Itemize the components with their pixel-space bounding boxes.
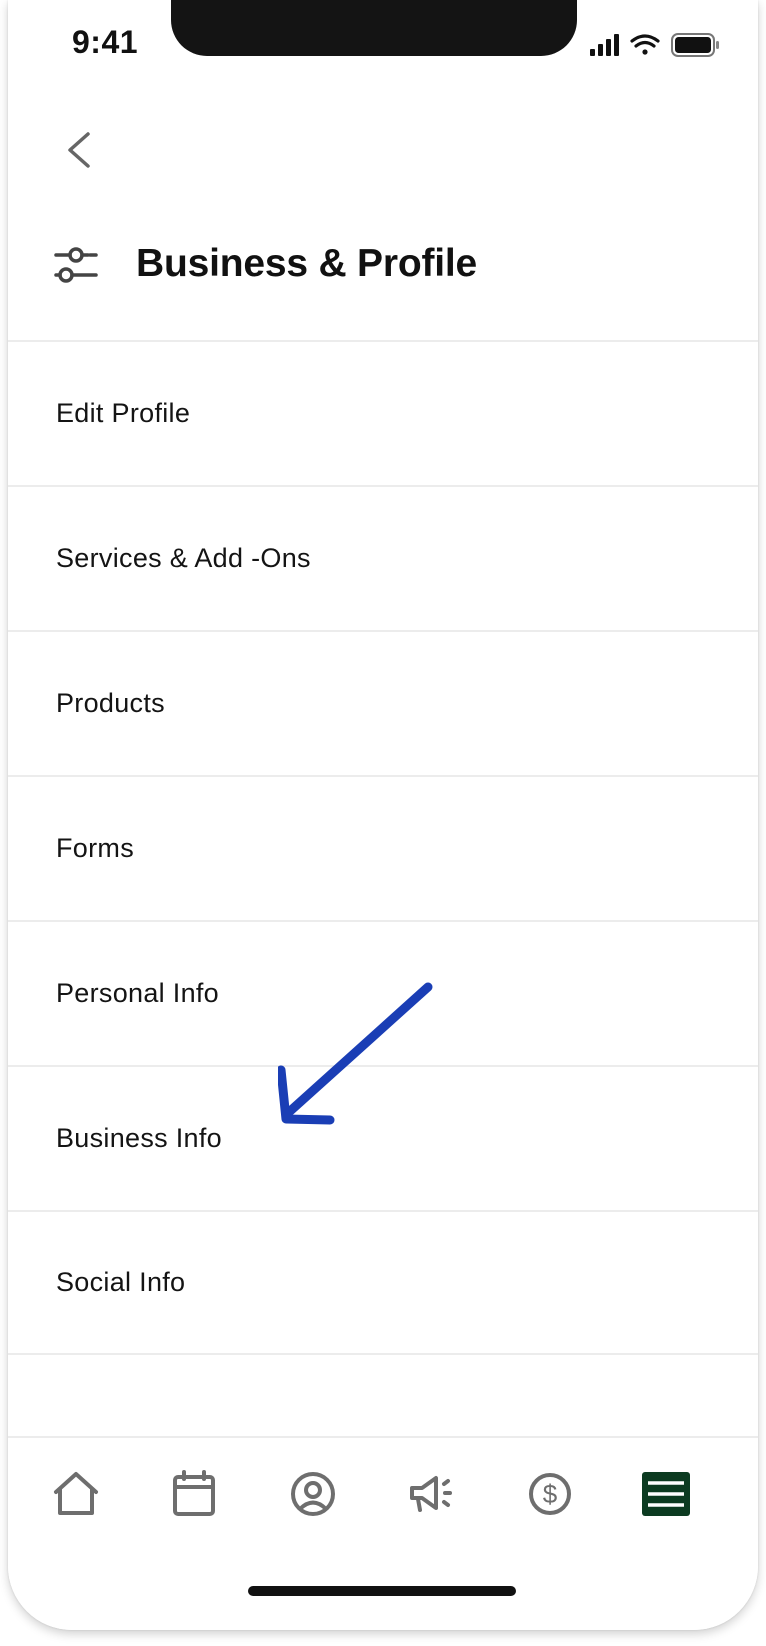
menu-item-edit-profile[interactable]: Edit Profile bbox=[8, 340, 758, 485]
menu-item-label: Personal Info bbox=[56, 978, 219, 1008]
tab-payments[interactable]: $ bbox=[522, 1466, 578, 1522]
back-button[interactable] bbox=[58, 128, 106, 184]
menu-item-label: Services & Add -Ons bbox=[56, 543, 311, 573]
tab-clients[interactable] bbox=[285, 1466, 341, 1522]
bottom-tab-bar: $ bbox=[8, 1436, 758, 1630]
wifi-icon bbox=[630, 34, 660, 55]
tab-calendar[interactable] bbox=[166, 1466, 222, 1522]
page-title: Business & Profile bbox=[136, 242, 478, 285]
user-circle-icon bbox=[291, 1472, 335, 1516]
menu-item-products[interactable]: Products bbox=[8, 630, 758, 775]
home-icon bbox=[54, 1472, 98, 1515]
menu-item-label: Edit Profile bbox=[56, 398, 191, 428]
menu-icon bbox=[642, 1472, 690, 1516]
chevron-left-icon bbox=[68, 132, 90, 168]
menu-item-label: Social Info bbox=[56, 1267, 186, 1297]
dollar-icon: $ bbox=[529, 1473, 571, 1515]
menu-item-personal-info[interactable]: Personal Info bbox=[8, 920, 758, 1065]
svg-text:$: $ bbox=[543, 1479, 558, 1509]
battery-icon bbox=[671, 33, 719, 57]
megaphone-icon bbox=[410, 1476, 452, 1512]
tab-marketing[interactable] bbox=[404, 1466, 460, 1522]
device-notch bbox=[171, 0, 577, 56]
menu-item-label: Forms bbox=[56, 833, 134, 863]
menu-item-forms[interactable]: Forms bbox=[8, 775, 758, 920]
phone-screen: 9:41 Business & Profile Edit Profile Ser… bbox=[8, 0, 758, 1630]
tab-home[interactable] bbox=[48, 1466, 104, 1522]
tab-menu[interactable] bbox=[640, 1466, 696, 1522]
sliders-icon bbox=[54, 247, 98, 283]
menu-item-label: Business Info bbox=[56, 1123, 222, 1153]
menu-item-social-info[interactable]: Social Info bbox=[8, 1210, 758, 1355]
menu-item-services-add-ons[interactable]: Services & Add -Ons bbox=[8, 485, 758, 630]
menu-item-business-info[interactable]: Business Info bbox=[8, 1065, 758, 1210]
signal-icon bbox=[590, 34, 619, 56]
status-time: 9:41 bbox=[72, 24, 139, 60]
status-indicators bbox=[590, 33, 719, 57]
calendar-icon bbox=[173, 1470, 215, 1516]
home-indicator bbox=[248, 1586, 516, 1596]
settings-menu-list: Edit Profile Services & Add -Ons Product… bbox=[8, 340, 758, 1355]
menu-item-label: Products bbox=[56, 688, 165, 718]
